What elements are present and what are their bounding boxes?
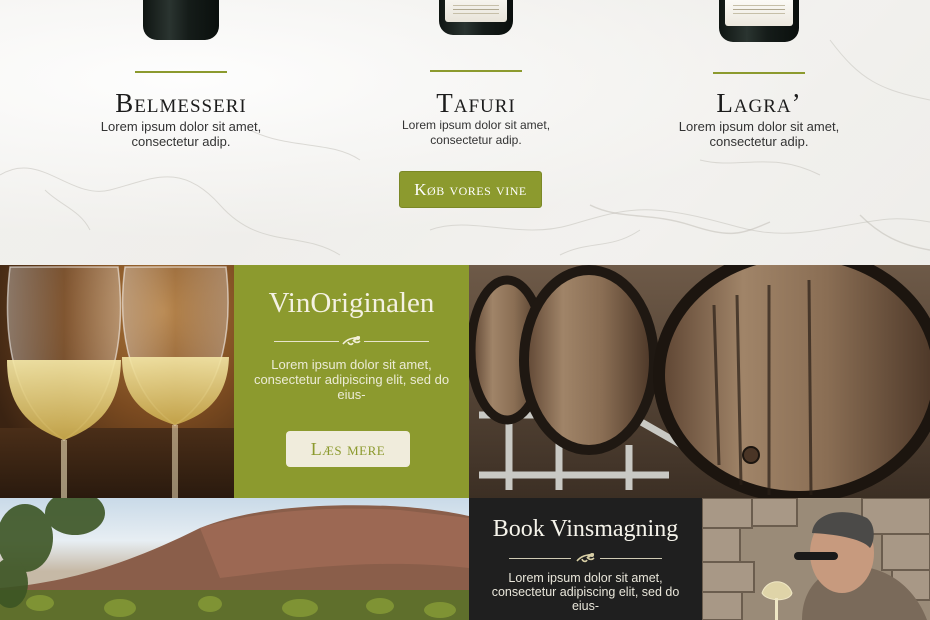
product-name[interactable]: Belmesseri	[61, 88, 301, 119]
man-tasting-wine-image	[702, 498, 930, 620]
grape-leaf-icon	[575, 553, 595, 563]
product-name[interactable]: Lagra’	[639, 88, 879, 119]
wine-bottle-image[interactable]	[439, 0, 513, 35]
vinoriginalen-title: VinOriginalen	[268, 287, 435, 319]
green-rule	[430, 70, 522, 72]
product-description: Lorem ipsum dolor sit amet, consectetur …	[401, 118, 551, 147]
shop-wines-button[interactable]: Køb vores vine	[399, 171, 542, 208]
wine-tasting-text: Lorem ipsum dolor sit amet, consectetur …	[491, 571, 680, 613]
green-rule	[713, 72, 805, 74]
vinoriginalen-panel: VinOriginalen Lorem ipsum dolor sit amet…	[234, 265, 469, 498]
wine-tasting-panel: Book Vinsmagning Lorem ipsum dolor sit a…	[469, 498, 702, 620]
green-rule	[135, 71, 227, 73]
wine-glasses-image	[0, 265, 234, 498]
read-more-button[interactable]: Læs mere	[286, 431, 410, 467]
vineyard-image	[0, 498, 469, 620]
wine-tasting-title[interactable]: Book Vinsmagning	[469, 516, 702, 543]
wine-barrels-image	[469, 265, 930, 498]
product-description: Lorem ipsum dolor sit amet, consectetur …	[678, 119, 840, 149]
products-section: Belmesseri Lorem ipsum dolor sit amet, c…	[0, 0, 930, 265]
wine-bottle-image[interactable]	[719, 0, 799, 42]
product-name[interactable]: Tafuri	[356, 88, 596, 119]
product-description: Lorem ipsum dolor sit amet, consectetur …	[100, 119, 262, 149]
vinoriginalen-text: Lorem ipsum dolor sit amet, consectetur …	[253, 357, 450, 402]
wine-bottle-image[interactable]	[143, 0, 219, 40]
grape-leaf-icon	[341, 336, 361, 346]
